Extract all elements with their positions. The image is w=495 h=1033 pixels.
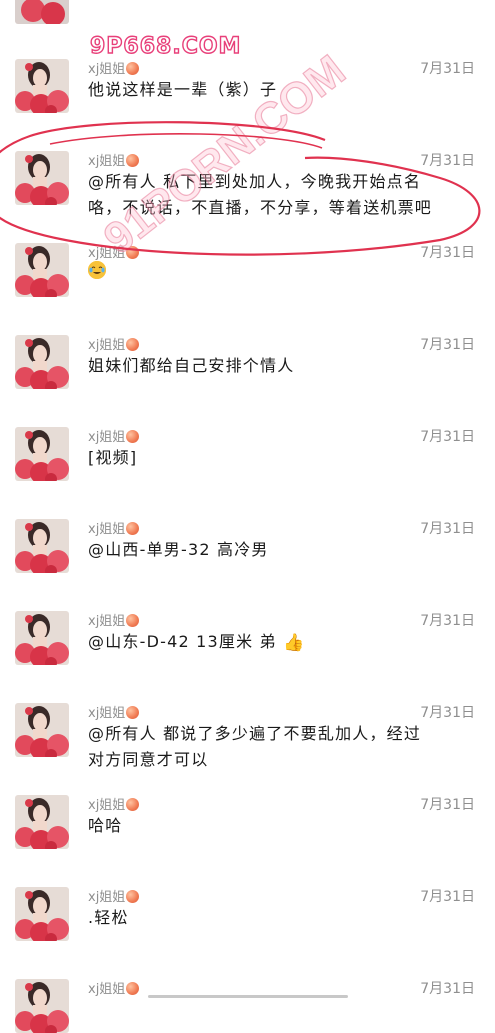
peach-icon	[126, 614, 140, 627]
message-line-text: [视频]	[88, 448, 138, 467]
message-line-text: 对方同意才可以	[88, 750, 209, 769]
message-time: 7月31日	[420, 889, 475, 905]
sender-name-text: xj姐姐	[88, 154, 126, 169]
message-time: 7月31日	[420, 61, 475, 77]
peach-icon	[126, 154, 140, 167]
message-time: 7月31日	[420, 613, 475, 629]
message-line-text: @山西-单男-32 高冷男	[88, 540, 269, 559]
sender-name: xj姐姐	[88, 150, 140, 169]
avatar[interactable]	[15, 243, 69, 297]
sender-name-text: xj姐姐	[88, 522, 126, 537]
message-time: 7月31日	[420, 521, 475, 537]
message-text-line: 对方同意才可以	[88, 747, 480, 773]
message-time: 7月31日	[420, 797, 475, 813]
peach-icon	[126, 62, 140, 75]
sender-name-text: xj姐姐	[88, 430, 126, 445]
sender-name-text: xj姐姐	[88, 614, 126, 629]
message-text-line: @所有人 都说了多少遍了不要乱加人，经过	[88, 721, 480, 747]
message-text: 姐妹们都给自己安排个情人	[88, 353, 480, 379]
message-text-line: 姐妹们都给自己安排个情人	[88, 353, 480, 379]
message-time: 7月31日	[420, 981, 475, 997]
horizontal-scrollbar[interactable]	[148, 995, 348, 998]
sender-name: xj姐姐	[88, 58, 140, 77]
sender-name: xj姐姐	[88, 334, 140, 353]
peach-icon	[126, 890, 140, 903]
avatar[interactable]	[15, 335, 69, 389]
peach-icon	[126, 522, 140, 535]
sender-name-text: xj姐姐	[88, 338, 126, 353]
message-text-line: .轻松	[88, 905, 480, 931]
message-line-text: 姐妹们都给自己安排个情人	[88, 356, 295, 375]
avatar[interactable]	[15, 427, 69, 481]
avatar[interactable]	[15, 151, 69, 205]
avatar[interactable]	[15, 59, 69, 113]
sender-name: xj姐姐	[88, 794, 140, 813]
message-text: @山西-单男-32 高冷男	[88, 537, 480, 563]
peach-icon	[126, 338, 140, 351]
avatar[interactable]	[15, 519, 69, 573]
message-text	[88, 261, 480, 287]
sender-name-text: xj姐姐	[88, 798, 126, 813]
sender-name-text: xj姐姐	[88, 62, 126, 77]
avatar[interactable]	[15, 979, 69, 1033]
message-text-line: [视频]	[88, 445, 480, 471]
peach-icon	[126, 706, 140, 719]
message-line-text: @山东-D-42 13厘米 弟	[88, 632, 284, 651]
message-time: 7月31日	[420, 153, 475, 169]
message-text: @山东-D-42 13厘米 弟 👍	[88, 629, 480, 656]
message-line-text: 哈哈	[88, 816, 123, 835]
sender-name: xj姐姐	[88, 702, 140, 721]
message-line-text: 他说这样是一辈（紫）子	[88, 80, 278, 99]
sender-name: xj姐姐	[88, 610, 140, 629]
avatar[interactable]	[15, 611, 69, 665]
message-text: [视频]	[88, 445, 480, 471]
message-time: 7月31日	[420, 429, 475, 445]
site-watermark: 9P668.COM	[89, 33, 242, 59]
avatar[interactable]	[15, 887, 69, 941]
avatar[interactable]	[15, 0, 69, 24]
message-line-text: @所有人 私下里到处加人，今晚我开始点名	[88, 172, 422, 191]
message-text-line: @山东-D-42 13厘米 弟 👍	[88, 629, 480, 656]
sender-name-text: xj姐姐	[88, 982, 126, 997]
peach-icon	[126, 982, 140, 995]
message-text-line	[88, 261, 480, 287]
message-time: 7月31日	[420, 705, 475, 721]
message-text-line: @山西-单男-32 高冷男	[88, 537, 480, 563]
message-line-text: @所有人 都说了多少遍了不要乱加人，经过	[88, 724, 422, 743]
peach-icon	[126, 430, 140, 443]
message-text: 哈哈	[88, 813, 480, 839]
message-text: .轻松	[88, 905, 480, 931]
message-time: 7月31日	[420, 245, 475, 261]
laughing-crying-face-icon	[88, 261, 106, 279]
message-text-line: 哈哈	[88, 813, 480, 839]
sender-name: xj姐姐	[88, 426, 140, 445]
avatar[interactable]	[15, 703, 69, 757]
sender-name: xj姐姐	[88, 978, 140, 997]
message-line-text: .轻松	[88, 908, 129, 927]
message-time: 7月31日	[420, 337, 475, 353]
thumbs-up-icon: 👍	[283, 633, 306, 653]
sender-name: xj姐姐	[88, 518, 140, 537]
sender-name-text: xj姐姐	[88, 890, 126, 905]
peach-icon	[126, 798, 140, 811]
sender-name-text: xj姐姐	[88, 706, 126, 721]
avatar[interactable]	[15, 795, 69, 849]
message-text: @所有人 都说了多少遍了不要乱加人，经过 对方同意才可以	[88, 721, 480, 773]
sender-name: xj姐姐	[88, 886, 140, 905]
